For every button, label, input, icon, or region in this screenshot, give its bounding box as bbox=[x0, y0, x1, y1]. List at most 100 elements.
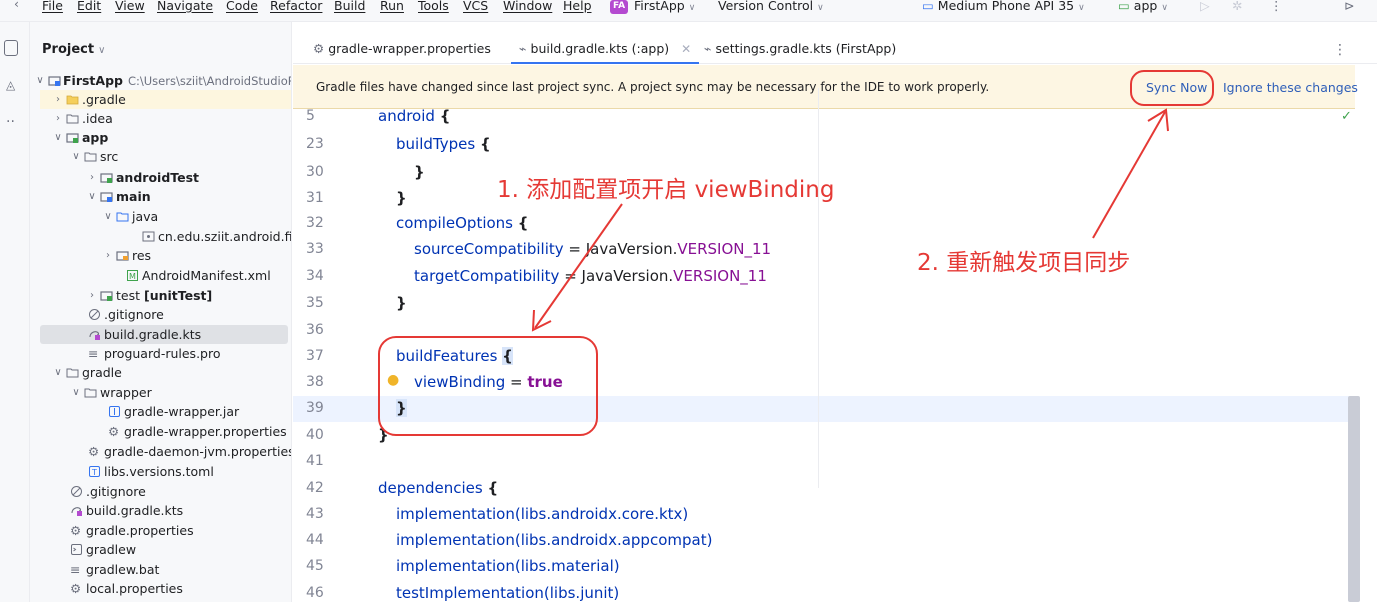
tree-row-wrapper[interactable]: ∨ wrapper bbox=[30, 383, 291, 402]
chevron-down-icon[interactable]: ∨ bbox=[70, 383, 82, 402]
chevron-down-icon[interactable]: ∨ bbox=[86, 187, 98, 206]
code-line[interactable]: implementation(libs.androidx.appcompat) bbox=[396, 531, 712, 549]
menu-navigate[interactable]: Navigate bbox=[157, 0, 213, 13]
code-line[interactable]: buildTypes { bbox=[396, 135, 491, 153]
tree-row-daemon-properties[interactable]: ⚙ gradle-daemon-jvm.properties bbox=[30, 442, 291, 461]
tree-label: wrapper bbox=[100, 385, 152, 400]
tree-label: gradlew bbox=[86, 542, 137, 557]
chevron-right-icon[interactable]: › bbox=[52, 109, 64, 128]
tool-window-strip: ◬ ·· bbox=[0, 22, 30, 602]
menu-refactor[interactable]: Refactor bbox=[270, 0, 322, 13]
tree-row-gradlew[interactable]: gradlew bbox=[30, 540, 291, 559]
tree-row-wrapper-jar[interactable]: gradle-wrapper.jar bbox=[30, 402, 291, 421]
more-icon[interactable]: ⋮ bbox=[1270, 0, 1283, 13]
tab-build-gradle-app[interactable]: ⌁ build.gradle.kts (:app) ✕ bbox=[511, 34, 700, 64]
menu-vcs[interactable]: VCS bbox=[463, 0, 488, 13]
tree-row-wrapper-properties[interactable]: ⚙ gradle-wrapper.properties bbox=[30, 422, 291, 441]
debug-icon[interactable]: ✲ bbox=[1232, 0, 1242, 13]
menu-code[interactable]: Code bbox=[226, 0, 258, 13]
tree-row-src[interactable]: ∨ src bbox=[30, 147, 291, 166]
chevron-right-icon[interactable]: › bbox=[102, 246, 114, 265]
project-switcher[interactable]: FirstApp ∨ bbox=[634, 0, 695, 13]
tree-row-java[interactable]: ∨ java bbox=[30, 207, 291, 226]
device-selector[interactable]: ▭ Medium Phone API 35 ∨ bbox=[922, 0, 1085, 13]
chevron-right-icon[interactable]: › bbox=[86, 168, 98, 187]
code-token: { bbox=[487, 479, 499, 497]
tree-row-test[interactable]: › test [unitTest] bbox=[30, 286, 291, 305]
source-folder-icon bbox=[100, 291, 113, 301]
tree-row-build-gradle-app[interactable]: build.gradle.kts bbox=[40, 325, 288, 344]
menu-build[interactable]: Build bbox=[334, 0, 365, 13]
code-line[interactable]: compileOptions { bbox=[396, 214, 528, 232]
svg-text:T: T bbox=[91, 468, 97, 477]
code-line[interactable]: } bbox=[396, 189, 407, 207]
chevron-down-icon: ∨ bbox=[98, 45, 106, 56]
ai-assistant-icon[interactable]: ⊳ bbox=[1344, 0, 1354, 13]
tree-row-gitignore-app[interactable]: .gitignore bbox=[30, 305, 291, 324]
tree-label: .gitignore bbox=[104, 307, 164, 322]
tree-row-main[interactable]: ∨ main bbox=[30, 187, 291, 206]
tree-label: .idea bbox=[82, 111, 113, 126]
code-line[interactable]: dependencies { bbox=[378, 479, 498, 497]
code-line[interactable]: sourceCompatibility = JavaVersion.VERSIO… bbox=[414, 240, 771, 258]
line-number: 35 bbox=[306, 295, 324, 311]
project-badge[interactable]: FA bbox=[610, 0, 628, 14]
tab-gradle-wrapper-properties[interactable]: ⚙ gradle-wrapper.properties bbox=[305, 34, 499, 64]
chevron-right-icon[interactable]: › bbox=[52, 90, 64, 109]
code-token: = bbox=[559, 267, 582, 285]
tree-row-build-gradle-root[interactable]: build.gradle.kts bbox=[30, 501, 291, 520]
tree-row-firstapp[interactable]: ∨ FirstApp C:\Users\sziit\AndroidStudioPr… bbox=[30, 71, 291, 90]
close-icon[interactable]: ✕ bbox=[681, 42, 691, 56]
code-token: { bbox=[439, 107, 451, 125]
menu-back-icon[interactable]: ‹ bbox=[14, 0, 19, 11]
tree-row-gitignore-root[interactable]: .gitignore bbox=[30, 482, 291, 501]
ignore-changes-link[interactable]: Ignore these changes bbox=[1223, 80, 1358, 95]
code-line[interactable]: implementation(libs.androidx.core.ktx) bbox=[396, 505, 688, 523]
project-tool-icon[interactable] bbox=[4, 40, 18, 56]
tree-row-dot-gradle[interactable]: › .gradle bbox=[40, 90, 291, 109]
chevron-down-icon[interactable]: ∨ bbox=[70, 147, 82, 166]
menu-tools[interactable]: Tools bbox=[418, 0, 449, 13]
tree-row-res[interactable]: › res bbox=[30, 246, 291, 265]
chevron-down-icon[interactable]: ∨ bbox=[102, 207, 114, 226]
code-line[interactable]: implementation(libs.material) bbox=[396, 557, 620, 575]
tree-row-gradle-folder[interactable]: ∨ gradle bbox=[30, 363, 291, 382]
code-line[interactable]: testImplementation(libs.junit) bbox=[396, 584, 619, 602]
menu-window[interactable]: Window bbox=[503, 0, 552, 13]
version-control-menu[interactable]: Version Control ∨ bbox=[718, 0, 824, 13]
code-line[interactable]: } bbox=[414, 163, 425, 181]
tab-settings-gradle[interactable]: ⌁ settings.gradle.kts (FirstApp) bbox=[696, 34, 904, 64]
code-line[interactable]: android { bbox=[378, 107, 450, 125]
code-line[interactable]: targetCompatibility = JavaVersion.VERSIO… bbox=[414, 267, 767, 285]
tabs-more-icon[interactable]: ⋮ bbox=[1333, 42, 1347, 58]
project-panel-title[interactable]: Project ∨ bbox=[42, 42, 105, 57]
editor-tab-bar: ⚙ gradle-wrapper.properties ⌁ build.grad… bbox=[293, 22, 1377, 64]
tree-row-app[interactable]: ∨ app bbox=[30, 128, 291, 147]
chevron-down-icon[interactable]: ∨ bbox=[34, 71, 46, 90]
chevron-down-icon[interactable]: ∨ bbox=[52, 128, 64, 147]
run-config-selector[interactable]: ▭ app ∨ bbox=[1118, 0, 1168, 13]
tree-row-proguard[interactable]: ≡ proguard-rules.pro bbox=[30, 344, 291, 363]
menu-view[interactable]: View bbox=[115, 0, 145, 13]
tree-row-manifest[interactable]: M AndroidManifest.xml bbox=[30, 266, 291, 285]
tree-row-androidtest[interactable]: › androidTest bbox=[30, 168, 291, 187]
commit-icon[interactable]: ◬ bbox=[6, 78, 24, 96]
menu-edit[interactable]: Edit bbox=[77, 0, 101, 13]
no-problems-check-icon[interactable]: ✓ bbox=[1341, 109, 1352, 124]
tree-row-local-properties[interactable]: ⚙ local.properties bbox=[30, 579, 291, 598]
more-tools-icon[interactable]: ·· bbox=[6, 114, 24, 132]
chevron-right-icon[interactable]: › bbox=[86, 286, 98, 305]
menu-run[interactable]: Run bbox=[380, 0, 404, 13]
code-line[interactable]: } bbox=[396, 294, 407, 312]
tree-label: build.gradle.kts bbox=[104, 327, 202, 342]
editor-vertical-scrollbar[interactable] bbox=[1348, 396, 1360, 602]
tree-row-package[interactable]: cn.edu.sziit.android.firstap bbox=[30, 227, 291, 246]
run-icon[interactable]: ▷ bbox=[1200, 0, 1210, 13]
chevron-down-icon[interactable]: ∨ bbox=[52, 363, 64, 382]
menu-help[interactable]: Help bbox=[563, 0, 592, 13]
menu-file[interactable]: File bbox=[42, 0, 63, 13]
tree-row-gradle-properties[interactable]: ⚙ gradle.properties bbox=[30, 521, 291, 540]
tree-row-libs-versions[interactable]: T libs.versions.toml bbox=[30, 462, 291, 481]
tree-row-gradlew-bat[interactable]: ≡ gradlew.bat bbox=[30, 560, 291, 579]
tree-row-idea[interactable]: › .idea bbox=[30, 109, 291, 128]
